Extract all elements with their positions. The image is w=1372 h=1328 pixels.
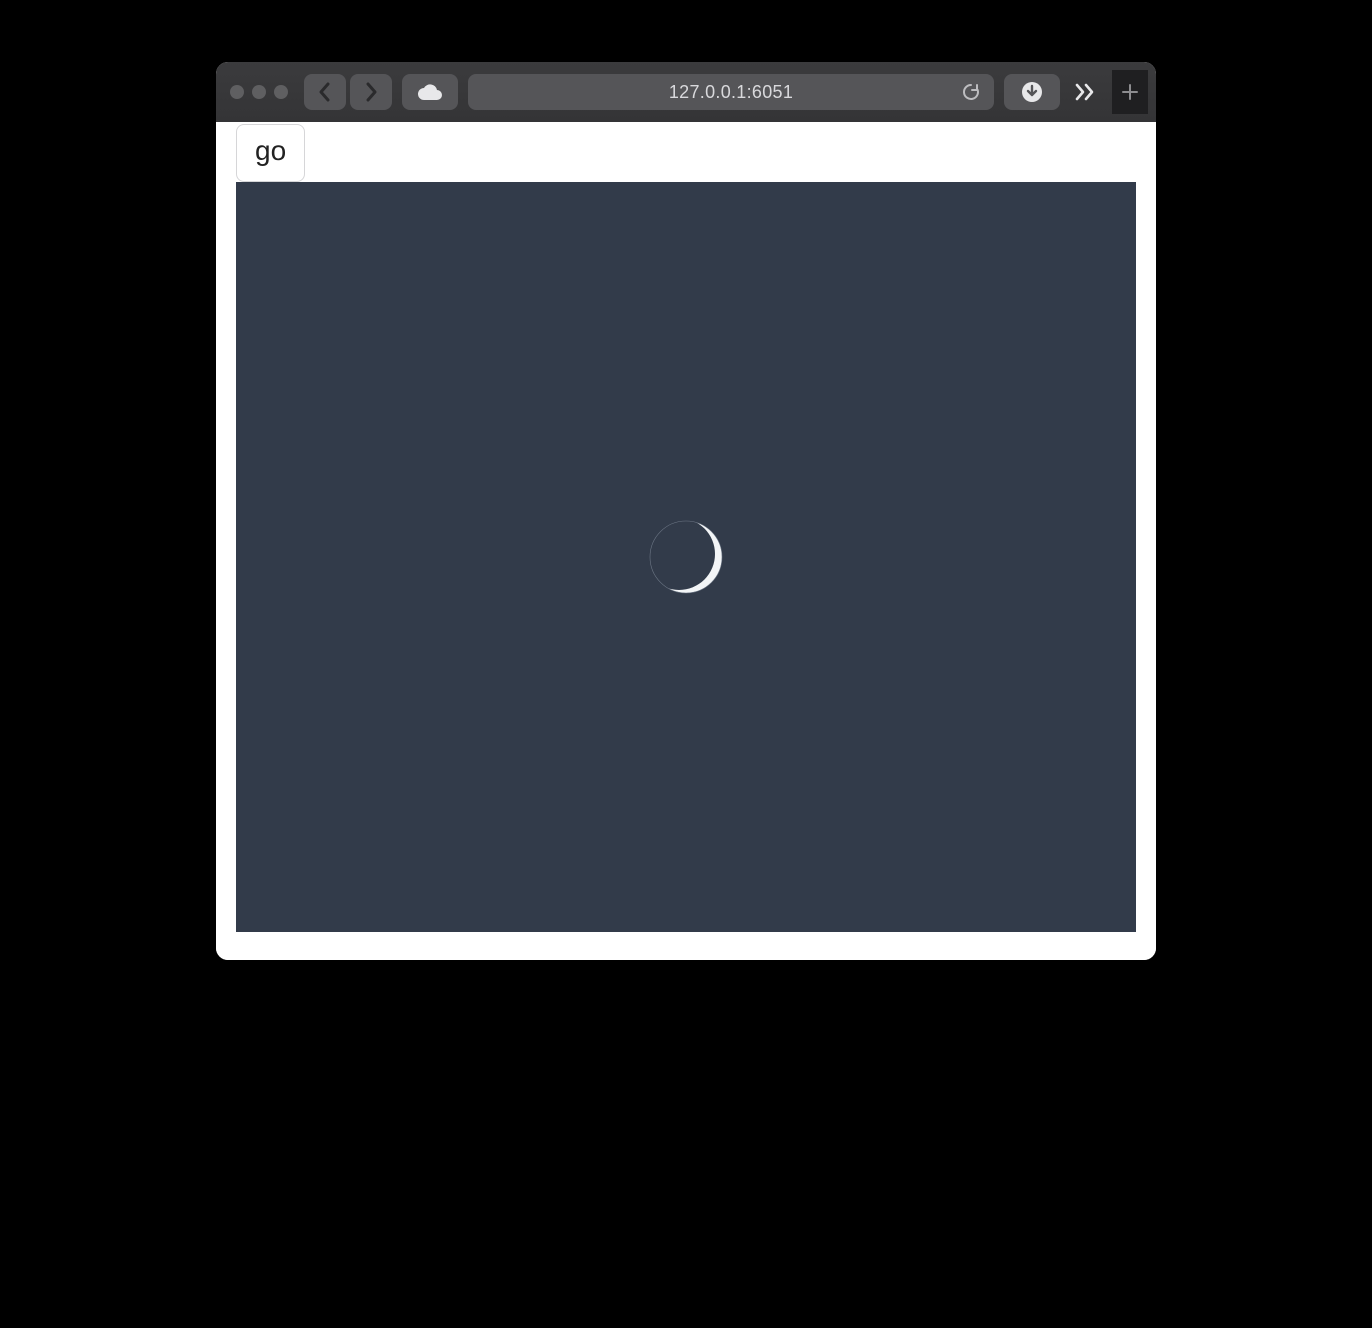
back-button[interactable] (304, 74, 346, 110)
chevron-left-icon (318, 82, 332, 102)
close-window-button[interactable] (230, 85, 244, 99)
plus-icon (1121, 83, 1139, 101)
browser-toolbar: 127.0.0.1:6051 (216, 62, 1156, 122)
nav-buttons (304, 74, 392, 110)
address-bar[interactable]: 127.0.0.1:6051 (468, 74, 994, 110)
window-controls (226, 85, 294, 99)
go-button[interactable]: go (236, 124, 305, 182)
icloud-tabs-button[interactable] (402, 74, 458, 110)
fullscreen-window-button[interactable] (274, 85, 288, 99)
address-bar-url: 127.0.0.1:6051 (468, 82, 994, 103)
crescent-moon-icon (646, 517, 726, 597)
browser-window: 127.0.0.1:6051 go (216, 62, 1156, 960)
forward-button[interactable] (350, 74, 392, 110)
cloud-icon (416, 83, 444, 101)
reload-button[interactable] (962, 83, 980, 101)
download-icon (1021, 81, 1043, 103)
minimize-window-button[interactable] (252, 85, 266, 99)
toolbar-overflow-button[interactable] (1070, 83, 1100, 101)
reload-icon (962, 83, 980, 101)
chevron-right-icon (364, 82, 378, 102)
canvas-area (236, 182, 1136, 932)
downloads-button[interactable] (1004, 74, 1060, 110)
double-chevron-right-icon (1074, 83, 1096, 101)
new-tab-button[interactable] (1112, 70, 1148, 114)
page-content: go (216, 122, 1156, 960)
